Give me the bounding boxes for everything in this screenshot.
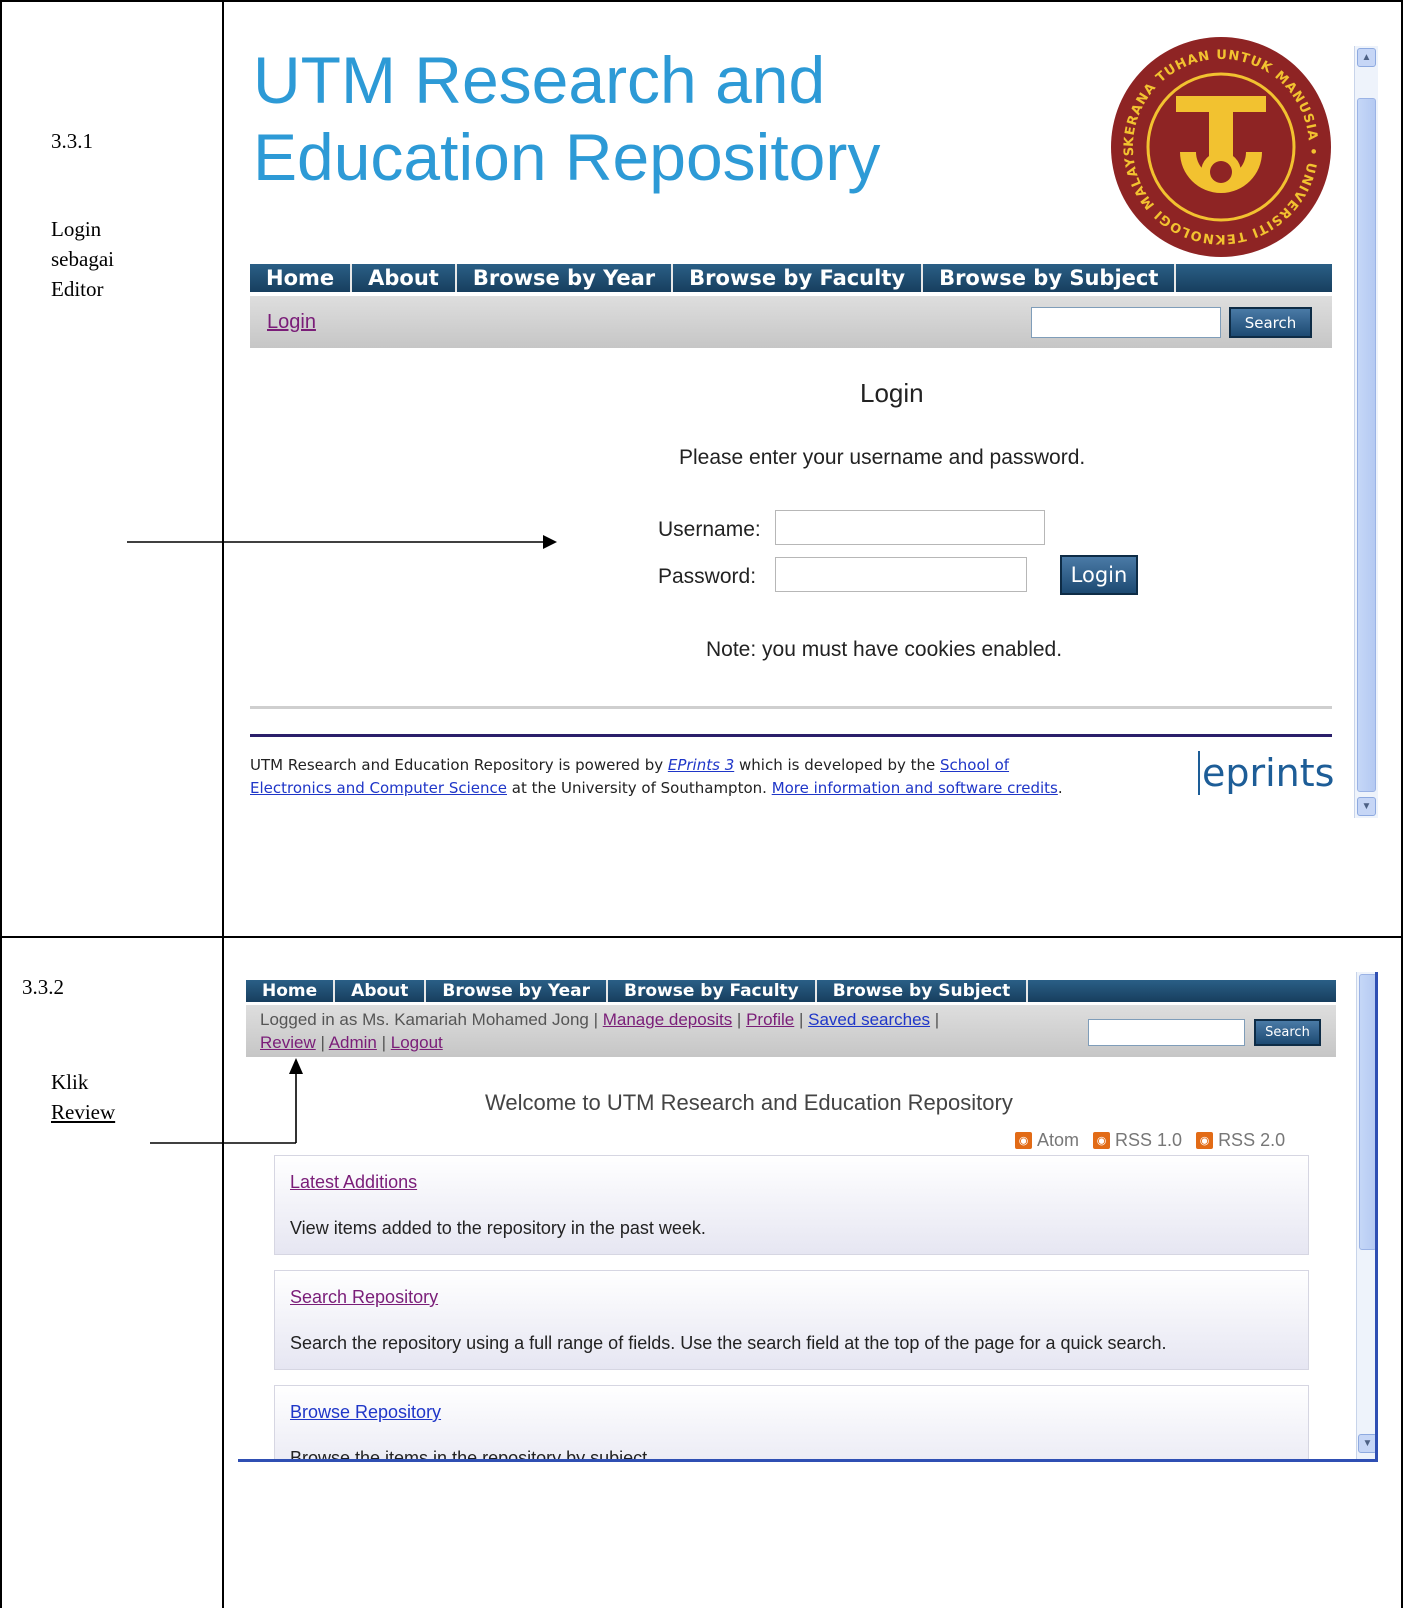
saved-searches-link[interactable]: Saved searches xyxy=(808,1010,930,1029)
profile-link[interactable]: Profile xyxy=(746,1010,794,1029)
search-input[interactable] xyxy=(1031,307,1221,338)
nav-browse-subject[interactable]: Browse by Subject xyxy=(817,980,1029,1002)
login-button[interactable]: Login xyxy=(1060,555,1138,595)
scroll-thumb[interactable] xyxy=(1357,98,1376,792)
eprints-logo: eprints xyxy=(1198,751,1335,795)
feed-links: ◉ Atom ◉ RSS 1.0 ◉ RSS 2.0 xyxy=(1015,1130,1285,1151)
rss2-feed[interactable]: ◉ RSS 2.0 xyxy=(1196,1130,1285,1151)
footer-divider xyxy=(250,706,1332,709)
nav-about[interactable]: About xyxy=(335,980,427,1002)
browse-repository-link[interactable]: Browse Repository xyxy=(290,1402,441,1423)
main-nav-2: Home About Browse by Year Browse by Facu… xyxy=(246,980,1336,1002)
school-link[interactable]: School of xyxy=(940,756,1009,774)
latest-additions-box: Latest Additions View items added to the… xyxy=(274,1155,1309,1255)
cookies-note: Note: you must have cookies enabled. xyxy=(706,638,1063,661)
table-column-divider xyxy=(222,0,224,1608)
search-repository-link[interactable]: Search Repository xyxy=(290,1287,438,1308)
rss-icon: ◉ xyxy=(1196,1132,1214,1149)
search-input-2[interactable] xyxy=(1088,1019,1245,1046)
browser-window-2: Home About Browse by Year Browse by Facu… xyxy=(238,972,1378,1462)
main-nav: Home About Browse by Year Browse by Facu… xyxy=(250,264,1332,292)
scroll-down-button[interactable]: ▼ xyxy=(1357,797,1376,816)
table-row-divider xyxy=(0,936,1403,938)
scroll-up-button[interactable]: ▲ xyxy=(1357,48,1376,67)
rss1-feed[interactable]: ◉ RSS 1.0 xyxy=(1093,1130,1182,1151)
credits-link[interactable]: More information and software credits xyxy=(772,779,1058,797)
search-button-2[interactable]: Search xyxy=(1254,1019,1321,1046)
browse-repository-desc: Browse the items in the repository by su… xyxy=(290,1448,653,1462)
utm-logo: KERANA TUHAN UNTUK MANUSIA • UNIVERSITI … xyxy=(1104,25,1332,258)
search-repository-box: Search Repository Search the repository … xyxy=(274,1270,1309,1370)
latest-additions-desc: View items added to the repository in th… xyxy=(290,1218,706,1238)
footer-rule xyxy=(250,734,1332,737)
login-heading: Login xyxy=(860,378,924,408)
login-instructions: Please enter your username and password. xyxy=(679,446,1086,469)
nav-browse-faculty[interactable]: Browse by Faculty xyxy=(673,264,924,292)
admin-link[interactable]: Admin xyxy=(329,1033,377,1052)
step-label: Login sebagai Editor xyxy=(51,217,114,301)
logout-link[interactable]: Logout xyxy=(391,1033,443,1052)
login-link[interactable]: Login xyxy=(267,311,316,334)
table-border-left xyxy=(0,0,2,1608)
step-label-review: Review xyxy=(51,1100,116,1124)
step-number: 3.3.1 xyxy=(51,129,93,153)
step-label-2: Klik xyxy=(51,1070,89,1094)
table-border-top xyxy=(0,0,1403,2)
nav-home[interactable]: Home xyxy=(246,980,336,1002)
username-label: Username: xyxy=(658,518,761,541)
search-repository-desc: Search the repository using a full range… xyxy=(290,1333,1167,1353)
password-label: Password: xyxy=(658,565,757,588)
nav-home[interactable]: Home xyxy=(250,264,353,292)
rss-icon: ◉ xyxy=(1015,1132,1032,1149)
nav-browse-subject[interactable]: Browse by Subject xyxy=(923,264,1177,292)
rss-icon: ◉ xyxy=(1093,1132,1111,1149)
scrollbar[interactable]: ▲ ▼ xyxy=(1354,46,1378,818)
school-link-2[interactable]: Electronics and Computer Science xyxy=(250,779,507,797)
password-input[interactable] xyxy=(775,557,1027,592)
step-number-2: 3.3.2 xyxy=(22,975,64,999)
nav-browse-year[interactable]: Browse by Year xyxy=(426,980,608,1002)
footer-text: UTM Research and Education Repository is… xyxy=(250,756,1063,797)
nav-browse-year[interactable]: Browse by Year xyxy=(457,264,674,292)
user-bar-text: Logged in as Ms. Kamariah Mohamed Jong |… xyxy=(260,1010,940,1052)
annotation-arrow xyxy=(127,532,557,552)
search-button[interactable]: Search xyxy=(1229,307,1312,338)
eprints-link[interactable]: EPrints 3 xyxy=(668,756,734,774)
manage-deposits-link[interactable]: Manage deposits xyxy=(603,1010,732,1029)
nav-browse-faculty[interactable]: Browse by Faculty xyxy=(608,980,817,1002)
latest-additions-link[interactable]: Latest Additions xyxy=(290,1172,417,1193)
welcome-heading: Welcome to UTM Research and Education Re… xyxy=(485,1090,1013,1115)
window-edge xyxy=(1375,972,1378,1459)
browse-repository-box: Browse Repository Browse the items in th… xyxy=(274,1385,1309,1462)
atom-feed[interactable]: ◉ Atom xyxy=(1015,1130,1079,1151)
nav-about[interactable]: About xyxy=(352,264,457,292)
review-link[interactable]: Review xyxy=(260,1033,316,1052)
username-input[interactable] xyxy=(775,510,1045,545)
